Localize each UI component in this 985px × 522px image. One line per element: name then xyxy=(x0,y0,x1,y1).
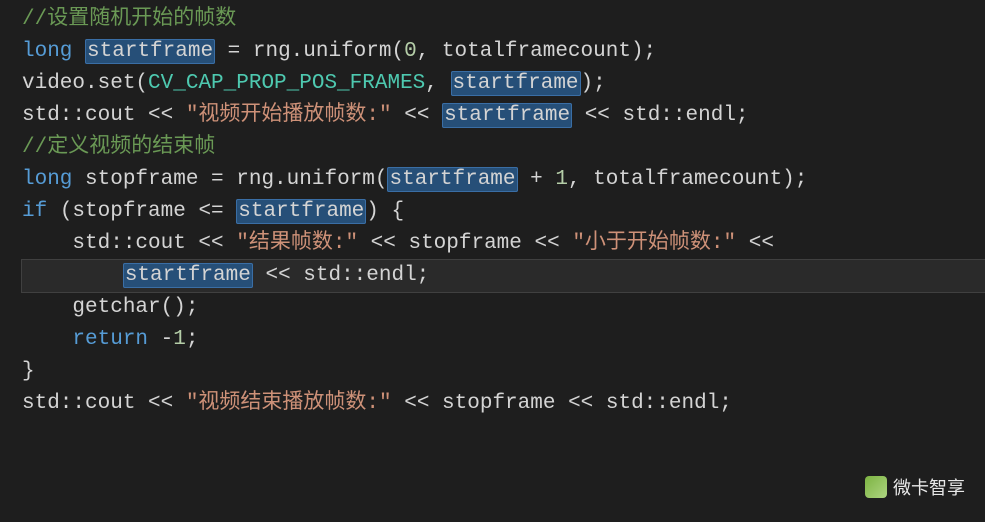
code-token: stopframe = rng.uniform( xyxy=(72,168,387,191)
code-token: "小于开始帧数:" xyxy=(572,232,736,255)
code-token: << stopframe << std::endl; xyxy=(392,392,732,415)
code-token: return xyxy=(72,328,148,351)
code-token: << std::endl; xyxy=(572,104,748,127)
code-token: << std::endl; xyxy=(253,264,429,287)
code-line[interactable]: return -1; xyxy=(22,324,985,356)
code-token: , xyxy=(425,72,450,95)
code-line[interactable]: startframe << std::endl; xyxy=(22,260,985,292)
code-token: video.set( xyxy=(22,72,148,95)
code-token: startframe xyxy=(85,39,215,64)
code-token: 1 xyxy=(173,328,186,351)
code-token: "视频结束播放帧数:" xyxy=(186,392,392,415)
code-token: startframe xyxy=(442,103,572,128)
code-token: "结果帧数:" xyxy=(236,232,358,255)
code-token: } xyxy=(22,360,35,383)
code-line[interactable]: getchar(); xyxy=(22,292,985,324)
code-token: 1 xyxy=(555,168,568,191)
code-token: if xyxy=(22,200,47,223)
code-line[interactable]: long stopframe = rng.uniform(startframe … xyxy=(22,164,985,196)
code-line[interactable]: std::cout << "视频开始播放帧数:" << startframe <… xyxy=(22,100,985,132)
code-token: std::cout << xyxy=(22,232,236,255)
code-line[interactable]: //设置随机开始的帧数 xyxy=(22,4,985,36)
code-token: ) { xyxy=(366,200,404,223)
code-line[interactable]: } xyxy=(22,356,985,388)
code-token: , totalframecount); xyxy=(417,40,656,63)
code-token: 0 xyxy=(404,40,417,63)
code-line[interactable]: //定义视频的结束帧 xyxy=(22,132,985,164)
code-token: //设置随机开始的帧数 xyxy=(22,8,236,31)
code-token: CV_CAP_PROP_POS_FRAMES xyxy=(148,72,425,95)
code-token: "视频开始播放帧数:" xyxy=(186,104,392,127)
code-token: (stopframe <= xyxy=(47,200,236,223)
code-token xyxy=(22,264,123,287)
code-token: long xyxy=(22,168,72,191)
code-line[interactable]: video.set(CV_CAP_PROP_POS_FRAMES, startf… xyxy=(22,68,985,100)
code-token xyxy=(72,40,85,63)
code-token: << stopframe << xyxy=(358,232,572,255)
code-editor[interactable]: //设置随机开始的帧数 long startframe = rng.uniform… xyxy=(0,0,985,420)
code-line[interactable]: long startframe = rng.uniform(0, totalfr… xyxy=(22,36,985,68)
code-token: << xyxy=(736,232,774,255)
code-token xyxy=(22,328,72,351)
code-token: << xyxy=(392,104,442,127)
code-token: long xyxy=(22,40,72,63)
code-token: startframe xyxy=(236,199,366,224)
code-token: startframe xyxy=(123,263,253,288)
code-token: = rng.uniform( xyxy=(215,40,404,63)
code-token: std::cout << xyxy=(22,104,186,127)
code-token: startframe xyxy=(387,167,517,192)
code-token: std::cout << xyxy=(22,392,186,415)
code-token: ; xyxy=(186,328,199,351)
wechat-icon xyxy=(865,476,887,498)
code-token: , totalframecount); xyxy=(568,168,807,191)
code-line[interactable]: std::cout << "视频结束播放帧数:" << stopframe <<… xyxy=(22,388,985,420)
code-line[interactable]: if (stopframe <= startframe) { xyxy=(22,196,985,228)
code-token: //定义视频的结束帧 xyxy=(22,136,215,159)
code-token: + xyxy=(518,168,556,191)
code-token: - xyxy=(148,328,173,351)
code-token: ); xyxy=(581,72,606,95)
watermark-text: 微卡智享 xyxy=(893,474,965,500)
code-line[interactable]: std::cout << "结果帧数:" << stopframe << "小于… xyxy=(22,228,985,260)
code-token: getchar(); xyxy=(22,296,198,319)
code-token: startframe xyxy=(451,71,581,96)
watermark: 微卡智享 xyxy=(865,474,965,500)
